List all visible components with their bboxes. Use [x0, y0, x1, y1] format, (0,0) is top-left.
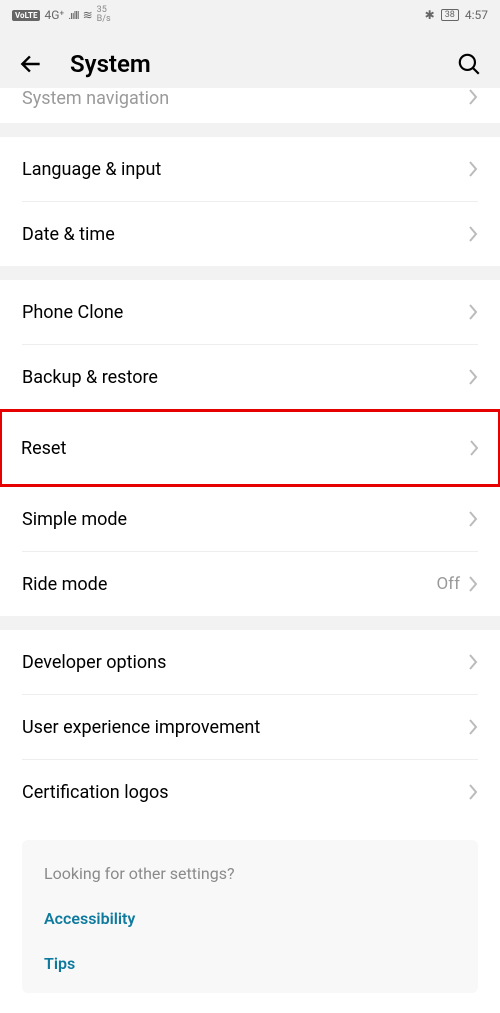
row-ride-mode[interactable]: Ride mode Off	[0, 552, 500, 616]
page-title: System	[70, 50, 456, 78]
row-phone-clone[interactable]: Phone Clone	[0, 280, 500, 344]
row-label: Date & time	[22, 224, 468, 245]
chevron-right-icon	[468, 88, 478, 106]
row-label: Reset	[21, 438, 469, 459]
row-label: Backup & restore	[22, 367, 468, 388]
row-date-time[interactable]: Date & time	[0, 202, 500, 266]
row-system-navigation[interactable]: System navigation	[0, 88, 500, 123]
section-developer: Developer options User experience improv…	[0, 630, 500, 1013]
bluetooth-icon: ✱	[425, 8, 435, 22]
battery-icon: 38	[441, 9, 459, 21]
search-icon[interactable]	[456, 51, 482, 77]
section-language: Language & input Date & time	[0, 137, 500, 266]
chevron-right-icon	[468, 653, 478, 671]
status-left: VoLTE 4G⁺ .ıılll ≋ 35B/s	[12, 6, 111, 24]
section-modes: Simple mode Ride mode Off	[0, 487, 500, 616]
content: System navigation Language & input Date …	[0, 88, 500, 1013]
chevron-right-icon	[468, 510, 478, 528]
chevron-right-icon	[468, 225, 478, 243]
chevron-right-icon	[468, 783, 478, 801]
link-tips[interactable]: Tips	[44, 954, 456, 973]
clock: 4:57	[465, 8, 488, 22]
row-label: Language & input	[22, 159, 468, 180]
link-accessibility[interactable]: Accessibility	[44, 909, 456, 928]
row-certification-logos[interactable]: Certification logos	[0, 760, 500, 824]
wifi-icon: ≋	[83, 8, 93, 22]
chevron-right-icon	[468, 368, 478, 386]
row-language-input[interactable]: Language & input	[0, 137, 500, 201]
data-rate: 35B/s	[97, 6, 111, 24]
signal-icon: .ıılll	[68, 9, 78, 22]
status-bar: VoLTE 4G⁺ .ıılll ≋ 35B/s ✱ 38 4:57	[0, 0, 500, 30]
chevron-right-icon	[468, 575, 478, 593]
section-navigation: System navigation	[0, 88, 500, 123]
row-label: Phone Clone	[22, 302, 468, 323]
chevron-right-icon	[469, 439, 479, 457]
row-label: User experience improvement	[22, 717, 468, 738]
chevron-right-icon	[468, 303, 478, 321]
row-label: Ride mode	[22, 574, 436, 595]
chevron-right-icon	[468, 160, 478, 178]
row-value: Off	[436, 574, 460, 594]
row-label: Simple mode	[22, 509, 468, 530]
footer-card: Looking for other settings? Accessibilit…	[22, 840, 478, 993]
row-user-experience[interactable]: User experience improvement	[0, 695, 500, 759]
row-label: Certification logos	[22, 782, 468, 803]
row-backup-restore[interactable]: Backup & restore	[0, 345, 500, 409]
row-label: Developer options	[22, 652, 468, 673]
chevron-right-icon	[468, 718, 478, 736]
section-phone: Phone Clone Backup & restore Reset	[0, 280, 500, 487]
back-icon[interactable]	[18, 51, 44, 77]
row-label: System navigation	[22, 88, 468, 109]
network-type: 4G⁺	[44, 8, 64, 22]
status-right: ✱ 38 4:57	[425, 8, 488, 22]
row-developer-options[interactable]: Developer options	[0, 630, 500, 694]
row-reset[interactable]: Reset	[0, 409, 500, 487]
volte-badge: VoLTE	[12, 10, 40, 21]
footer-heading: Looking for other settings?	[44, 864, 456, 883]
row-simple-mode[interactable]: Simple mode	[0, 487, 500, 551]
